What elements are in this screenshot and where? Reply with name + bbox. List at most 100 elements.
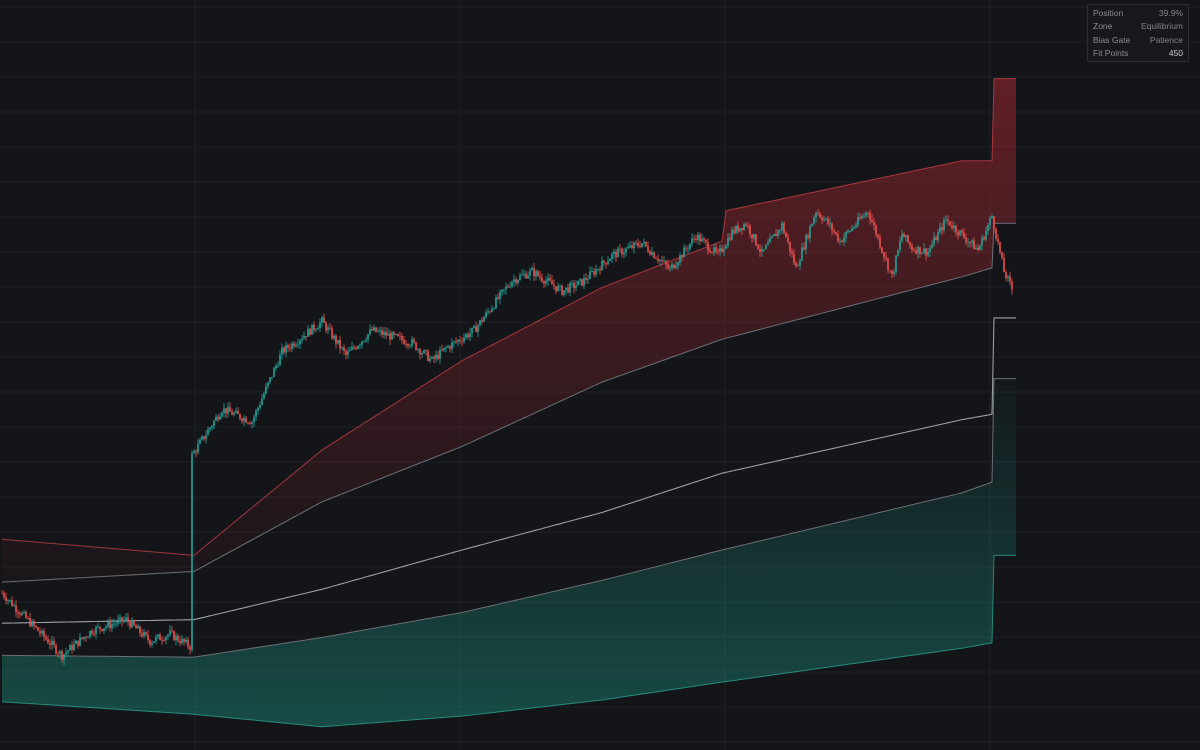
candle-body <box>199 439 201 444</box>
candle-body <box>891 270 893 275</box>
candle-body <box>231 411 233 415</box>
candle-body <box>315 329 317 331</box>
candle-body <box>71 645 73 651</box>
candle-body <box>719 248 721 252</box>
candle-body <box>217 416 219 420</box>
candle-body <box>615 251 617 258</box>
candle-body <box>637 243 639 246</box>
candle-body <box>185 639 187 642</box>
candle-body <box>205 435 207 440</box>
candle-body <box>809 226 811 239</box>
candle-body <box>1011 281 1013 290</box>
candle-body <box>931 244 933 249</box>
candle-body <box>911 245 913 251</box>
candle-body <box>605 262 607 265</box>
candle-body <box>805 235 807 250</box>
candle-body <box>515 279 517 283</box>
candle-body <box>759 249 761 252</box>
candle-body <box>321 317 323 323</box>
candle-body <box>335 335 337 344</box>
candle-body <box>641 243 643 247</box>
candle-body <box>201 436 203 440</box>
candle-body <box>537 271 539 276</box>
candle-body <box>239 413 241 419</box>
candle-body <box>21 612 23 615</box>
candle-body <box>371 329 373 331</box>
candle-body <box>145 632 147 635</box>
candle-body <box>981 237 983 246</box>
candle-body <box>207 429 209 436</box>
candle-body <box>423 350 425 354</box>
candle-body <box>455 341 457 343</box>
candle-body <box>859 217 861 219</box>
candle-body <box>819 213 821 218</box>
candle-body <box>303 336 305 339</box>
candle-body <box>785 232 787 238</box>
candle-body <box>547 278 549 281</box>
candle-body <box>917 246 919 254</box>
candle-body <box>67 650 69 653</box>
candle-body <box>935 237 937 241</box>
candle-body <box>939 227 941 233</box>
candle-body <box>341 347 343 349</box>
candle-body <box>493 308 495 310</box>
candle-body <box>221 412 223 417</box>
candle-body <box>301 338 303 341</box>
candle-body <box>745 224 747 226</box>
upper-band-line <box>1 78 1016 556</box>
candle-body <box>647 245 649 252</box>
candle-body <box>211 426 213 428</box>
candle-body <box>877 234 879 238</box>
candle-body <box>343 347 345 351</box>
candle-body <box>253 417 255 423</box>
candle-body <box>781 223 783 230</box>
candle-body <box>461 341 463 342</box>
candle-body <box>95 626 97 635</box>
candle-body <box>683 247 685 258</box>
candle-body <box>69 645 71 651</box>
candle-body <box>879 237 881 248</box>
candle-body <box>437 354 439 359</box>
candle-body <box>761 249 763 252</box>
candle-body <box>769 237 771 243</box>
candle-body <box>33 621 35 626</box>
candle-body <box>171 630 173 632</box>
candle-body <box>985 230 987 240</box>
candle-body <box>577 280 579 286</box>
candle-body <box>685 247 687 249</box>
candle-body <box>839 240 841 242</box>
candle-body <box>871 219 873 223</box>
candle-body <box>997 238 999 242</box>
candle-body <box>797 265 799 267</box>
candle-body <box>281 347 283 355</box>
candle-body <box>703 238 705 241</box>
candle-body <box>561 285 563 295</box>
candle-body <box>229 407 231 412</box>
candle-body <box>109 621 111 629</box>
candle-body <box>969 241 971 243</box>
candle-body <box>165 636 167 641</box>
candle-body <box>97 626 99 628</box>
candle-body <box>475 326 477 333</box>
candle-body <box>215 416 217 421</box>
price-chart[interactable] <box>0 0 1200 750</box>
candle-body <box>119 617 121 620</box>
candle-body <box>15 605 17 612</box>
candle-body <box>907 235 909 243</box>
candle-body <box>147 634 149 641</box>
candle-body <box>163 640 165 641</box>
candle-body <box>459 339 461 342</box>
candle-body <box>183 638 185 642</box>
candle-body <box>487 311 489 313</box>
candle-body <box>753 234 755 239</box>
candle-body <box>329 327 331 329</box>
candle-body <box>707 242 709 251</box>
candle-body <box>479 320 481 326</box>
candle-body <box>23 612 25 613</box>
candle-body <box>387 333 389 336</box>
candle-body <box>765 245 767 249</box>
candle-body <box>225 408 227 414</box>
candle-body <box>665 260 667 265</box>
candle-body <box>603 260 605 263</box>
candle-body <box>847 231 849 233</box>
